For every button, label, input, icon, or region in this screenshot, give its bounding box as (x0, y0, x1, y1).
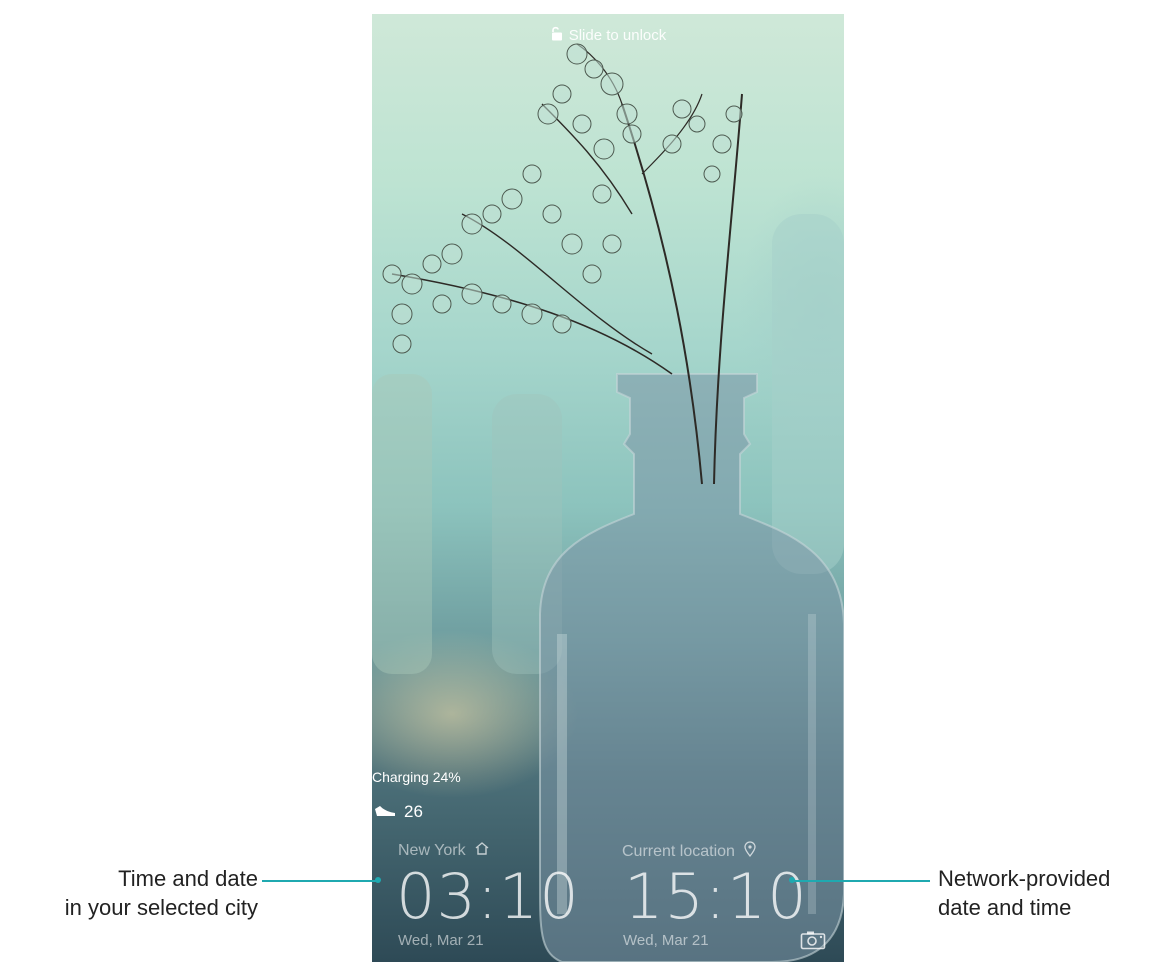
home-city-name: New York (398, 842, 466, 859)
home-clock-callout-leader (262, 880, 378, 882)
local-clock-callout-line1: Network-provided (938, 866, 1111, 891)
slide-to-unlock-label: Slide to unlock (568, 27, 667, 44)
home-clock-callout-dot (375, 877, 381, 883)
current-location-label: Current location (622, 841, 757, 862)
wallpaper-image (372, 43, 844, 962)
shoe-icon (374, 802, 396, 822)
home-clock-callout-line1: Time and date (118, 866, 258, 891)
local-clock-callout-line2: date and time (938, 895, 1072, 920)
step-count: 26 (404, 802, 423, 821)
home-city-label: New York (398, 841, 490, 861)
home-icon (474, 841, 490, 861)
step-counter[interactable]: 26 (374, 802, 423, 822)
local-clock-callout-dot (789, 877, 795, 883)
slide-to-unlock-hint[interactable]: Slide to unlock (372, 26, 844, 46)
local-date: Wed, Mar 21 (623, 932, 709, 949)
lock-open-icon (550, 26, 564, 46)
current-location-name: Current location (622, 842, 735, 860)
home-city-date: Wed, Mar 21 (398, 932, 484, 949)
camera-icon[interactable] (800, 930, 826, 955)
charging-status: Charging 24% (372, 769, 461, 785)
local-clock-callout: Network-provided date and time (938, 864, 1110, 922)
location-pin-icon (743, 841, 757, 862)
local-time: 15:10 (624, 860, 808, 933)
lock-screen[interactable]: Slide to unlock Charging 24% 26 New York… (372, 14, 844, 962)
home-clock-callout: Time and date in your selected city (0, 864, 258, 922)
home-city-time: 03:10 (396, 860, 580, 933)
local-clock-callout-leader (792, 880, 930, 882)
home-clock-callout-line2: in your selected city (64, 895, 258, 920)
